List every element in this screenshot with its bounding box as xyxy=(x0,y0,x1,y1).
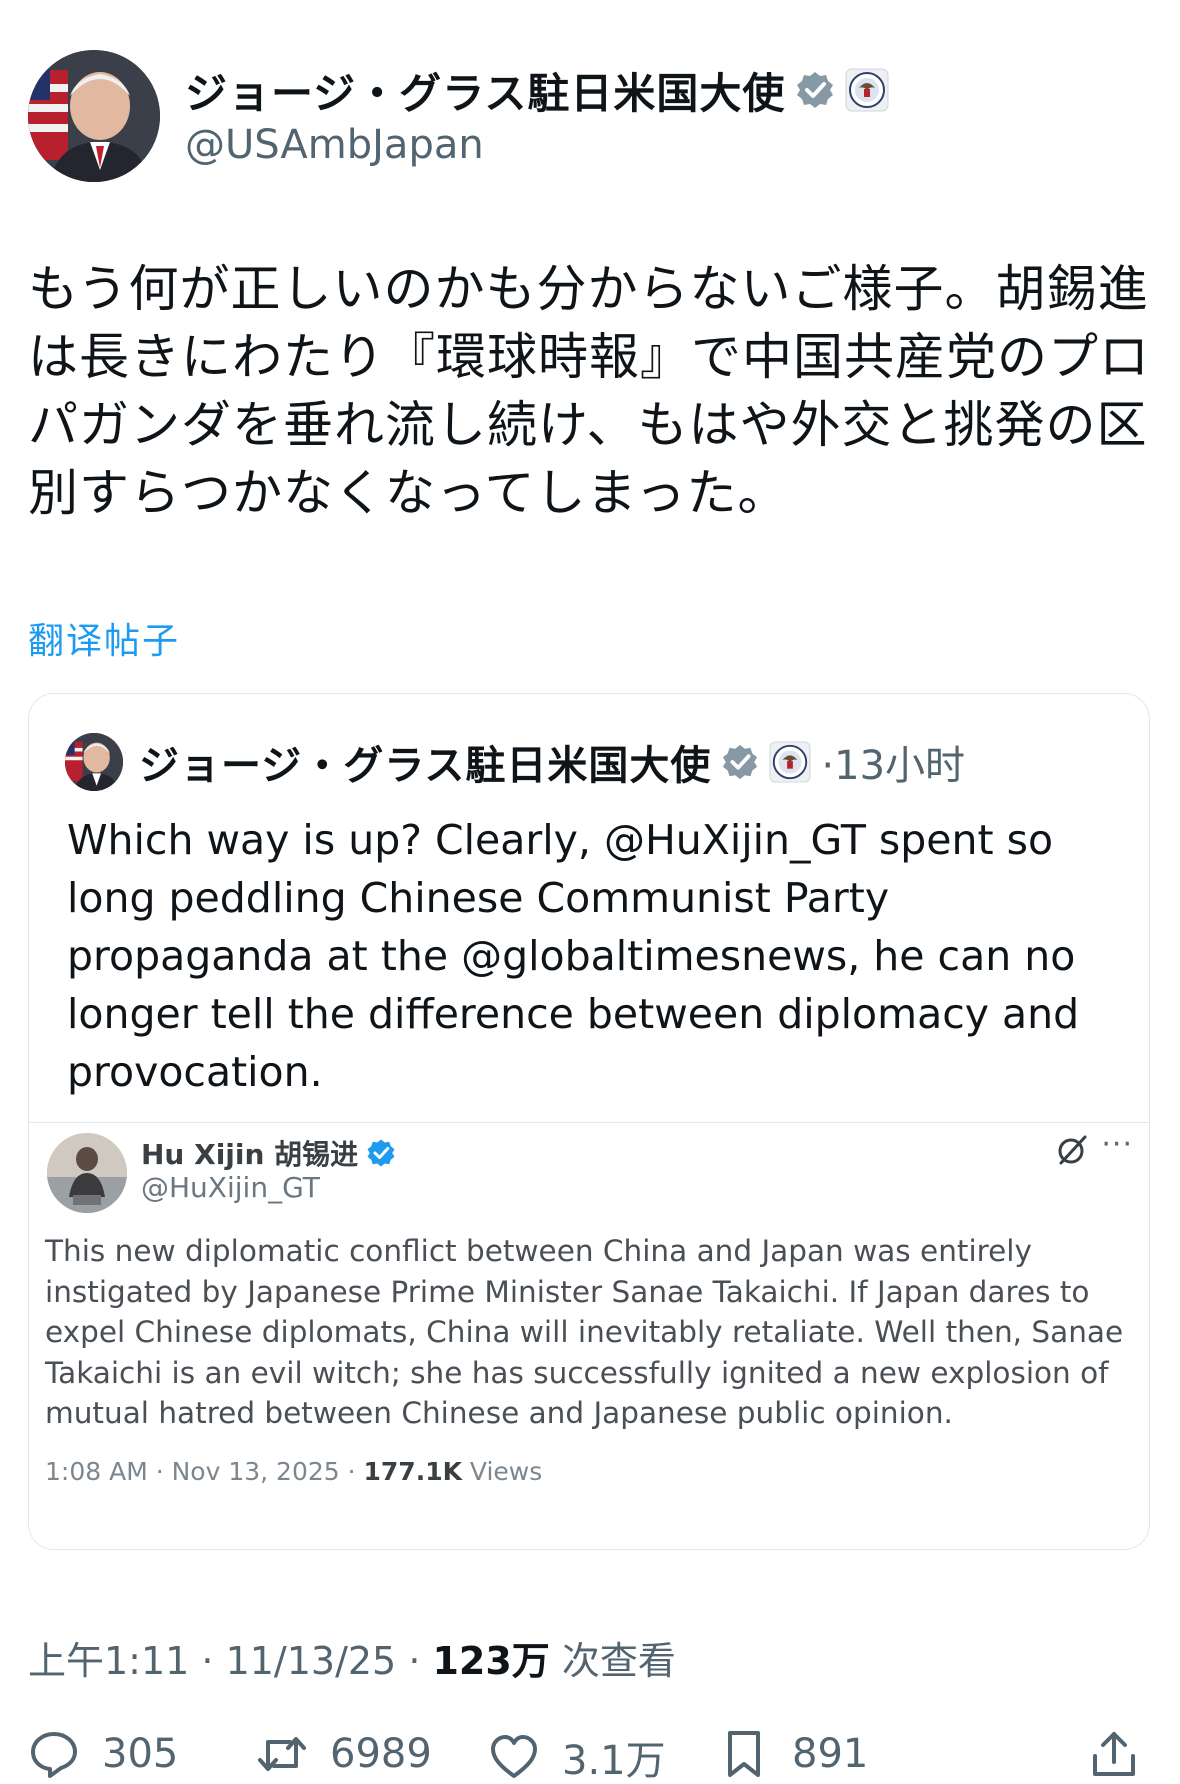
like-count: 3.1万 xyxy=(562,1738,666,1784)
embedded-views-label: Views xyxy=(461,1457,543,1486)
embedded-author-avatar xyxy=(47,1133,127,1213)
repost-count: 6989 xyxy=(330,1731,432,1777)
quoted-post-card[interactable]: ジョージ・グラス駐日米国大使 ·13小时 Which way is up? Cl… xyxy=(28,693,1150,1550)
embedded-text-line: mutual hatred between Chinese and Japane… xyxy=(45,1396,953,1430)
quoted-text-line: Which way is up? Clearly, @HuXijin_GT sp… xyxy=(67,816,1054,864)
quoted-post-text: Which way is up? Clearly, @HuXijin_GT sp… xyxy=(67,811,1127,1101)
like-button[interactable]: 3.1万 xyxy=(488,1728,666,1784)
translate-post-link[interactable]: 翻译帖子 xyxy=(28,612,180,664)
reply-count: 305 xyxy=(102,1731,179,1777)
share-icon xyxy=(1093,1732,1135,1776)
quoted-text-line: propaganda at the @globaltimesnews, he c… xyxy=(67,932,1076,980)
quoted-post-time: ·13小时 xyxy=(821,743,966,789)
verified-badge-icon xyxy=(797,72,834,108)
more-options-icon: ··· xyxy=(1101,1127,1133,1162)
verified-badge-icon xyxy=(367,1139,395,1167)
post-text-line: もう何が正しいのかも分からないご様子。胡錫進 xyxy=(28,260,1149,318)
government-seal-icon xyxy=(769,741,811,783)
author-avatar[interactable] xyxy=(28,50,160,182)
embedded-views-count: 177.1K xyxy=(363,1457,462,1486)
author-name-row[interactable]: ジョージ・グラス駐日米国大使 xyxy=(185,60,889,120)
embedded-timestamp: 1:08 AM · Nov 13, 2025 · xyxy=(45,1457,364,1486)
quoted-text-line: longer tell the difference between diplo… xyxy=(67,990,1080,1038)
embedded-text-line: expel Chinese diplomats, China will inev… xyxy=(45,1315,1124,1349)
bookmark-button[interactable]: 891 xyxy=(718,1728,868,1780)
post-header: ジョージ・グラス駐日米国大使 @USAmbJapan xyxy=(28,50,1158,185)
post-meta: 上午1:11 · 11/13/25 · 123万 次查看 xyxy=(28,1630,676,1685)
post-text-line: 別すらつかなくなってしまった。 xyxy=(28,464,789,522)
post-views-count: 123万 xyxy=(432,1639,550,1683)
embedded-post-screenshot[interactable]: Hu Xijin 胡锡进 @HuXijin_GT ··· This new di… xyxy=(29,1122,1149,1549)
embedded-name-row: Hu Xijin 胡锡进 xyxy=(141,1133,396,1173)
reply-button[interactable]: 305 xyxy=(28,1728,178,1780)
verified-badge-icon xyxy=(723,744,758,780)
embedded-author-name: Hu Xijin 胡锡进 xyxy=(141,1138,359,1171)
repost-button[interactable]: 6989 xyxy=(256,1728,432,1780)
embedded-post-meta: 1:08 AM · Nov 13, 2025 · 177.1K Views xyxy=(45,1457,542,1486)
embedded-text-line: This new diplomatic conflict between Chi… xyxy=(45,1234,1032,1268)
heart-icon xyxy=(491,1735,537,1778)
post-text: もう何が正しいのかも分からないご様子。胡錫進 は長きにわたり『環球時報』で中国共… xyxy=(28,255,1158,527)
bookmark-count: 891 xyxy=(792,1731,869,1777)
share-button[interactable] xyxy=(1088,1728,1140,1780)
quoted-author-name: ジョージ・グラス駐日米国大使 xyxy=(139,743,712,789)
quoted-text-line: long peddling Chinese Communist Party xyxy=(67,874,890,922)
reply-icon xyxy=(31,1732,77,1778)
quoted-text-line: provocation. xyxy=(67,1048,323,1096)
post-views-label: 次查看 xyxy=(549,1639,676,1683)
author-handle[interactable]: @USAmbJapan xyxy=(185,122,484,168)
post-text-line: は長きにわたり『環球時報』で中国共産党のプロ xyxy=(28,328,1150,386)
quoted-post-header: ジョージ・グラス駐日米国大使 ·13小时 xyxy=(65,732,965,792)
embedded-text-line: Takaichi is an evil witch; she has succe… xyxy=(45,1355,1109,1390)
post-text-line: パガンダを垂れ流し続け、もはや外交と挑発の区 xyxy=(28,396,1148,454)
grok-icon xyxy=(1058,1135,1087,1165)
repost-icon xyxy=(258,1737,306,1771)
author-display-name[interactable]: ジョージ・グラス駐日米国大使 xyxy=(185,60,785,121)
government-seal-icon xyxy=(845,68,889,112)
quoted-author-avatar xyxy=(65,733,123,791)
embedded-text-line: instigated by Japanese Prime Minister Sa… xyxy=(45,1274,1090,1309)
post-timestamp[interactable]: 上午1:11 · 11/13/25 · xyxy=(28,1639,432,1683)
embedded-post-text: This new diplomatic conflict between Chi… xyxy=(45,1231,1135,1434)
embedded-author-handle: @HuXijin_GT xyxy=(141,1171,320,1204)
action-bar: 305 6989 3.1万 891 xyxy=(28,1728,1158,1784)
bookmark-icon xyxy=(728,1731,760,1777)
